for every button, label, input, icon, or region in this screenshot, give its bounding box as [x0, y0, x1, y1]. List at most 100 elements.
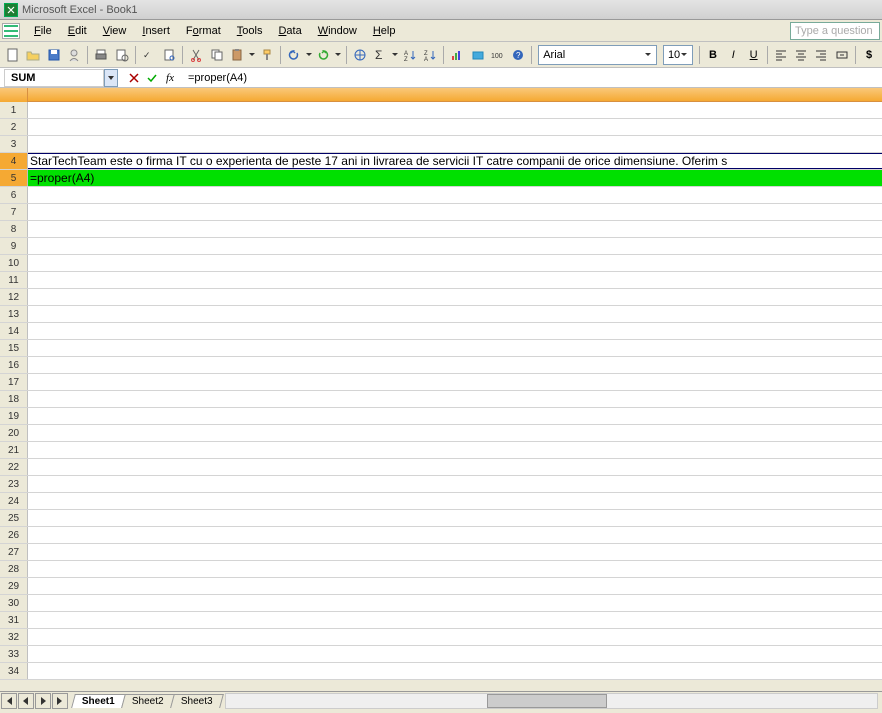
row-header[interactable]: 15: [0, 340, 28, 356]
row-header[interactable]: 33: [0, 646, 28, 662]
autosum-dropdown[interactable]: [391, 45, 398, 65]
bold-button[interactable]: B: [704, 45, 722, 65]
enter-formula-button[interactable]: [144, 70, 160, 86]
align-center-button[interactable]: [792, 45, 810, 65]
row-header[interactable]: 20: [0, 425, 28, 441]
row-header[interactable]: 23: [0, 476, 28, 492]
row-header[interactable]: 16: [0, 357, 28, 373]
sheet-tab-1[interactable]: Sheet1: [71, 694, 126, 708]
menu-insert[interactable]: Insert: [134, 23, 178, 39]
spreadsheet-grid[interactable]: 1234StarTechTeam este o firma IT cu o ex…: [0, 88, 882, 680]
format-painter-button[interactable]: [257, 45, 275, 65]
align-left-button[interactable]: [772, 45, 790, 65]
row-header[interactable]: 29: [0, 578, 28, 594]
row-cells[interactable]: StarTechTeam este o firma IT cu o experi…: [28, 153, 882, 169]
row-cells[interactable]: [28, 425, 882, 441]
menu-edit[interactable]: Edit: [60, 23, 95, 39]
hyperlink-button[interactable]: [351, 45, 369, 65]
redo-dropdown[interactable]: [335, 45, 342, 65]
drawing-button[interactable]: [468, 45, 486, 65]
row-cells[interactable]: [28, 204, 882, 220]
row-cells[interactable]: [28, 306, 882, 322]
row-cells[interactable]: [28, 391, 882, 407]
row-cells[interactable]: [28, 527, 882, 543]
undo-button[interactable]: [285, 45, 303, 65]
row-cells[interactable]: [28, 646, 882, 662]
help-question-input[interactable]: Type a question: [790, 22, 880, 40]
sheet-tab-3[interactable]: Sheet3: [170, 694, 223, 708]
row-header[interactable]: 7: [0, 204, 28, 220]
autosum-button[interactable]: Σ: [371, 45, 389, 65]
italic-button[interactable]: I: [724, 45, 742, 65]
redo-button[interactable]: [314, 45, 332, 65]
tab-nav-prev[interactable]: [18, 693, 34, 709]
row-header[interactable]: 2: [0, 119, 28, 135]
undo-dropdown[interactable]: [305, 45, 312, 65]
row-header[interactable]: 32: [0, 629, 28, 645]
row-cells[interactable]: [28, 221, 882, 237]
row-header[interactable]: 26: [0, 527, 28, 543]
row-cells[interactable]: [28, 136, 882, 152]
row-header[interactable]: 3: [0, 136, 28, 152]
menu-window[interactable]: Window: [310, 23, 365, 39]
row-cells[interactable]: [28, 238, 882, 254]
row-cells[interactable]: [28, 102, 882, 118]
row-cells[interactable]: [28, 629, 882, 645]
font-size-select[interactable]: 10: [663, 45, 693, 65]
new-button[interactable]: [4, 45, 22, 65]
row-cells[interactable]: [28, 374, 882, 390]
row-cells[interactable]: [28, 442, 882, 458]
row-cells[interactable]: [28, 340, 882, 356]
print-preview-button[interactable]: [112, 45, 130, 65]
sort-asc-button[interactable]: AZ: [401, 45, 419, 65]
save-button[interactable]: [45, 45, 63, 65]
row-header[interactable]: 11: [0, 272, 28, 288]
fx-button[interactable]: fx: [162, 70, 178, 86]
chart-button[interactable]: [448, 45, 466, 65]
row-header[interactable]: 30: [0, 595, 28, 611]
row-header[interactable]: 19: [0, 408, 28, 424]
row-header[interactable]: 22: [0, 459, 28, 475]
row-cells[interactable]: [28, 119, 882, 135]
currency-button[interactable]: $: [860, 45, 878, 65]
sort-desc-button[interactable]: ZA: [421, 45, 439, 65]
row-cells[interactable]: [28, 289, 882, 305]
row-header[interactable]: 6: [0, 187, 28, 203]
row-header[interactable]: 13: [0, 306, 28, 322]
row-cells[interactable]: [28, 408, 882, 424]
row-cells[interactable]: [28, 357, 882, 373]
help-button[interactable]: ?: [509, 45, 527, 65]
cut-button[interactable]: [187, 45, 205, 65]
row-cells[interactable]: [28, 544, 882, 560]
zoom-100-button[interactable]: 100: [489, 45, 507, 65]
row-cells[interactable]: [28, 595, 882, 611]
research-button[interactable]: [160, 45, 178, 65]
menu-view[interactable]: View: [95, 23, 135, 39]
menu-data[interactable]: Data: [270, 23, 309, 39]
row-cells[interactable]: [28, 272, 882, 288]
row-header[interactable]: 10: [0, 255, 28, 271]
row-header[interactable]: 25: [0, 510, 28, 526]
row-cells[interactable]: [28, 612, 882, 628]
row-cells[interactable]: [28, 323, 882, 339]
row-header[interactable]: 1: [0, 102, 28, 118]
menu-format[interactable]: Format: [178, 23, 229, 39]
menu-tools[interactable]: Tools: [229, 23, 271, 39]
row-cells[interactable]: [28, 578, 882, 594]
row-header[interactable]: 4: [0, 153, 28, 169]
row-header[interactable]: 12: [0, 289, 28, 305]
scrollbar-thumb[interactable]: [487, 694, 607, 708]
cancel-formula-button[interactable]: [126, 70, 142, 86]
row-header[interactable]: 9: [0, 238, 28, 254]
row-cells[interactable]: [28, 187, 882, 203]
row-header[interactable]: 18: [0, 391, 28, 407]
row-cells[interactable]: =proper(A4): [28, 170, 882, 186]
name-box-dropdown[interactable]: [104, 69, 118, 87]
row-header[interactable]: 31: [0, 612, 28, 628]
row-header[interactable]: 14: [0, 323, 28, 339]
menu-file[interactable]: File: [26, 23, 60, 39]
row-header[interactable]: 24: [0, 493, 28, 509]
horizontal-scrollbar[interactable]: [225, 693, 878, 709]
formula-input[interactable]: =proper(A4): [184, 69, 882, 87]
row-cells[interactable]: [28, 493, 882, 509]
